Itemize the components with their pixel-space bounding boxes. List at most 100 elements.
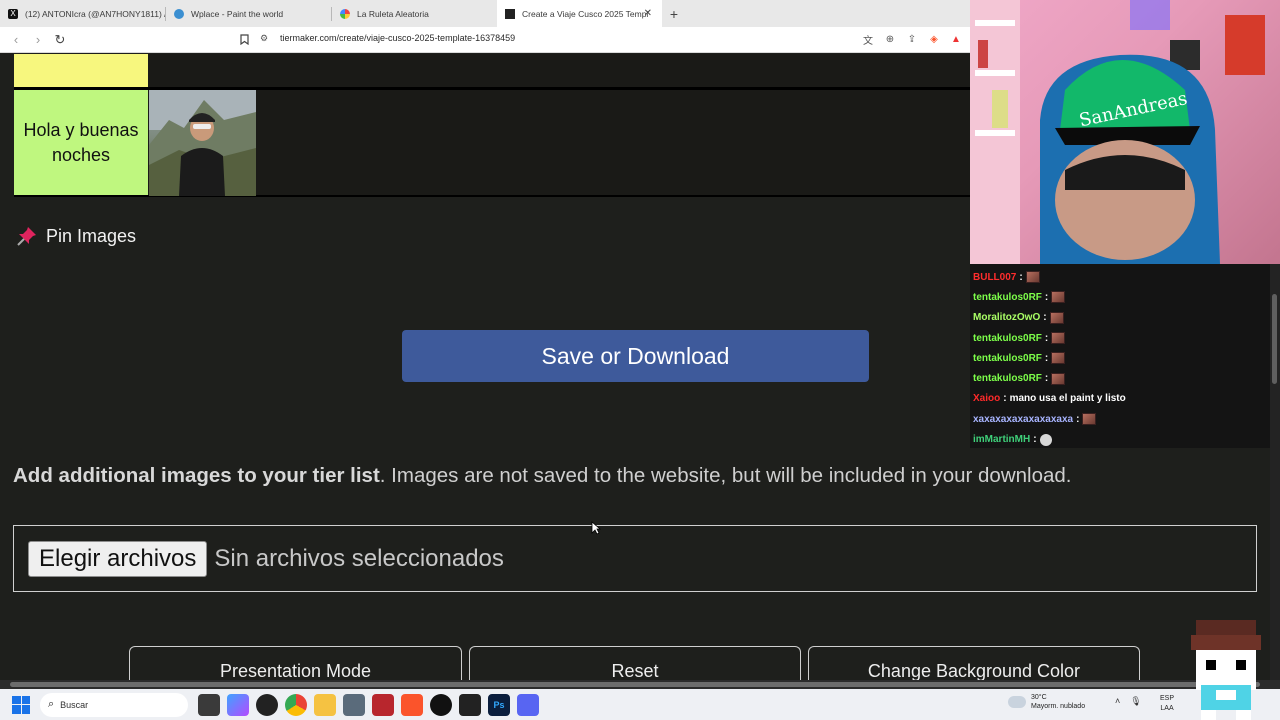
tiermaker-icon xyxy=(505,8,515,19)
chat-emote-icon xyxy=(1051,291,1066,304)
app-icon[interactable] xyxy=(256,693,278,716)
browser-tab-bar: X (12) ANTONIcra (@AN7HONY1811) / Wplace… xyxy=(0,0,970,27)
pin-images[interactable]: Pin Images xyxy=(16,225,136,247)
microphone-icon[interactable]: 🎙 xyxy=(1130,696,1141,707)
chat-username[interactable]: tentakulos0RF xyxy=(973,353,1042,364)
chat-separator: : xyxy=(1044,352,1049,364)
search-icon: ⌕ xyxy=(48,698,55,710)
info-text: Add additional images to your tier list.… xyxy=(13,464,1072,488)
chat-username[interactable]: BULL007 xyxy=(973,272,1016,283)
globe-icon xyxy=(174,8,184,19)
tier-label[interactable] xyxy=(14,54,148,87)
language-indicator[interactable]: ESP LAA xyxy=(1160,694,1174,714)
share-icon[interactable]: ⇪ xyxy=(904,31,920,47)
new-tab-icon[interactable]: + xyxy=(662,0,686,27)
lang-top: ESP xyxy=(1160,695,1175,702)
chat-message: tentakulos0RF: xyxy=(970,348,1270,368)
bookmark-icon[interactable] xyxy=(234,30,254,50)
tab-label: Create a Viaje Cusco 2025 Templ xyxy=(522,8,649,19)
toolbar-actions: 文 ⊕ ⇪ ◈ ▲ xyxy=(860,31,964,47)
reset-button[interactable]: Reset xyxy=(469,646,801,680)
chat-emote-icon xyxy=(1051,372,1066,385)
copilot-icon[interactable] xyxy=(227,693,249,716)
tab-twitter[interactable]: X (12) ANTONIcra (@AN7HONY1811) / xyxy=(0,0,165,27)
rewards-icon[interactable]: ▲ xyxy=(948,31,964,47)
task-view-icon[interactable] xyxy=(198,693,220,716)
vertical-scrollbar[interactable] xyxy=(1270,264,1280,680)
mouse-cursor-icon xyxy=(591,521,601,535)
translate-icon[interactable]: 文 xyxy=(860,31,876,47)
brave-icon[interactable] xyxy=(401,693,423,716)
chat-emote-icon xyxy=(1082,413,1097,426)
chat-username[interactable]: MoralitozOwO xyxy=(973,312,1040,323)
tab-wplace[interactable]: Wplace - Paint the world xyxy=(166,0,331,27)
save-download-button[interactable]: Save or Download xyxy=(402,330,869,382)
chat-separator: : xyxy=(1044,291,1049,303)
chat-separator: : xyxy=(1044,332,1049,344)
file-explorer-icon[interactable] xyxy=(314,693,336,716)
chat-username[interactable]: Xaioo xyxy=(973,393,1000,404)
discord-icon[interactable] xyxy=(517,693,539,716)
search-placeholder: Buscar xyxy=(60,699,89,710)
tab-label: Wplace - Paint the world xyxy=(191,8,284,19)
weather-desc: Mayorm. nublado xyxy=(1031,703,1086,710)
photoshop-icon[interactable]: Ps xyxy=(488,693,510,716)
presentation-mode-button[interactable]: Presentation Mode xyxy=(129,646,462,680)
info-bold: Add additional images to your tier list xyxy=(13,464,380,487)
reload-icon[interactable]: ↻ xyxy=(50,30,70,50)
pin-images-label: Pin Images xyxy=(46,225,137,246)
lang-bottom: LAA xyxy=(1160,705,1174,712)
chat-username[interactable]: tentakulos0RF xyxy=(973,292,1042,303)
app-icon[interactable] xyxy=(372,693,394,716)
choose-files-button[interactable]: Elegir archivos xyxy=(28,540,208,577)
weather-temp: 30°C xyxy=(1031,694,1047,701)
tier-item-photo[interactable] xyxy=(149,90,256,196)
zoom-icon[interactable]: ⊕ xyxy=(882,31,898,47)
brave-shield-icon[interactable]: ◈ xyxy=(926,31,942,47)
windows-taskbar: ⌕ Buscar Ps 30°C Mayorm. nublado ˄ 🎙 ESP… xyxy=(0,689,1280,720)
chat-message: tentakulos0RF: xyxy=(970,368,1270,388)
address-bar[interactable]: ⚙ tiermaker.com/create/viaje-cusco-2025-… xyxy=(260,33,515,43)
scroll-thumb[interactable] xyxy=(10,682,1260,687)
tab-tiermaker[interactable]: Create a Viaje Cusco 2025 Templ ✕ xyxy=(497,0,662,27)
chat-username[interactable]: tentakulos0RF xyxy=(973,333,1042,344)
chat-message: Xaioo: mano usa el paint y listo xyxy=(970,389,1270,409)
close-icon[interactable]: ✕ xyxy=(644,8,652,19)
tiktok-icon[interactable] xyxy=(430,693,452,716)
chat-message: xaxaxaxaxaxaxaxaxa: xyxy=(970,409,1270,429)
cloud-icon xyxy=(1008,696,1026,708)
tab-label: (12) ANTONIcra (@AN7HONY1811) / xyxy=(25,8,165,19)
capcut-icon[interactable] xyxy=(459,693,481,716)
pushpin-icon xyxy=(16,225,38,247)
forward-icon[interactable]: › xyxy=(28,30,48,50)
change-background-button[interactable]: Change Background Color xyxy=(808,646,1140,680)
chat-message: MoralitozOwO: xyxy=(970,308,1270,328)
back-icon[interactable]: ‹ xyxy=(6,30,26,50)
chrome-icon[interactable] xyxy=(285,693,307,716)
chat-username[interactable]: imMartinMH xyxy=(973,434,1030,445)
scroll-thumb[interactable] xyxy=(1272,294,1277,384)
chat-emote-icon xyxy=(1025,271,1040,284)
weather-widget[interactable]: 30°C Mayorm. nublado xyxy=(1008,693,1085,711)
chat-emote-icon xyxy=(1049,311,1064,324)
site-info-icon[interactable]: ⚙ xyxy=(260,33,270,43)
file-status: Sin archivos seleccionados xyxy=(214,544,504,572)
taskbar-search[interactable]: ⌕ Buscar xyxy=(40,692,188,717)
chat-message: imMartinMH: xyxy=(970,429,1270,449)
chat-separator: : xyxy=(1044,373,1049,385)
chevron-up-icon[interactable]: ˄ xyxy=(1115,696,1120,707)
chat-emote-icon xyxy=(1039,433,1052,446)
wheel-icon xyxy=(340,8,350,19)
chat-separator: : xyxy=(1019,271,1023,283)
chat-separator: : xyxy=(1003,393,1007,405)
chat-username[interactable]: tentakulos0RF xyxy=(973,373,1042,384)
tab-ruleta[interactable]: La Ruleta Aleatoria xyxy=(332,0,497,27)
windows-start-icon[interactable] xyxy=(12,695,30,714)
settings-icon[interactable] xyxy=(343,693,365,716)
chat-message: BULL007: xyxy=(970,267,1270,287)
tier-label[interactable]: Hola y buenas noches xyxy=(14,90,148,195)
webcam-overlay: SanAndreas xyxy=(970,0,1280,264)
info-rest: . Images are not saved to the website, b… xyxy=(379,464,1072,487)
chat-username[interactable]: xaxaxaxaxaxaxaxaxa xyxy=(973,414,1073,425)
horizontal-scrollbar[interactable] xyxy=(0,680,1280,689)
